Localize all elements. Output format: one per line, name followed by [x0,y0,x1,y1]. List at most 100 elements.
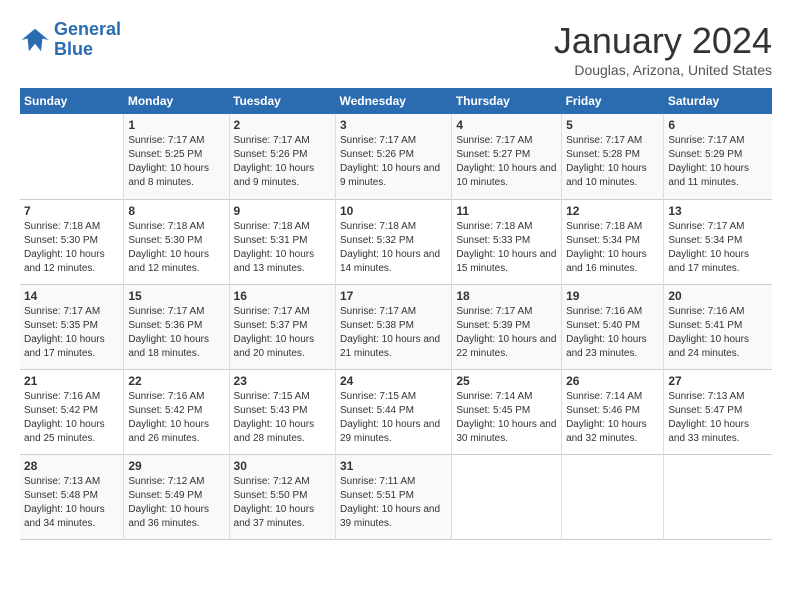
day-info: Sunrise: 7:16 AMSunset: 5:42 PMDaylight:… [128,390,224,446]
day-number: 17 [340,289,447,303]
col-friday: Friday [562,88,664,114]
day-cell: 22 Sunrise: 7:16 AMSunset: 5:42 PMDaylig… [124,369,229,454]
day-number: 8 [128,204,224,218]
day-info: Sunrise: 7:15 AMSunset: 5:44 PMDaylight:… [340,390,447,446]
col-saturday: Saturday [664,88,772,114]
day-info: Sunrise: 7:16 AMSunset: 5:41 PMDaylight:… [668,305,768,361]
day-number: 25 [456,374,557,388]
day-info: Sunrise: 7:12 AMSunset: 5:49 PMDaylight:… [128,475,224,531]
day-number: 3 [340,118,447,132]
day-cell: 5 Sunrise: 7:17 AMSunset: 5:28 PMDayligh… [562,114,664,199]
day-cell: 9 Sunrise: 7:18 AMSunset: 5:31 PMDayligh… [229,199,335,284]
week-row-3: 14 Sunrise: 7:17 AMSunset: 5:35 PMDaylig… [20,284,772,369]
day-cell: 26 Sunrise: 7:14 AMSunset: 5:46 PMDaylig… [562,369,664,454]
logo: General Blue [20,20,121,60]
day-number: 28 [24,459,119,473]
day-info: Sunrise: 7:17 AMSunset: 5:29 PMDaylight:… [668,134,768,190]
week-row-4: 21 Sunrise: 7:16 AMSunset: 5:42 PMDaylig… [20,369,772,454]
day-number: 1 [128,118,224,132]
day-cell: 16 Sunrise: 7:17 AMSunset: 5:37 PMDaylig… [229,284,335,369]
day-info: Sunrise: 7:18 AMSunset: 5:30 PMDaylight:… [128,220,224,276]
day-number: 27 [668,374,768,388]
logo-text: General Blue [54,20,121,60]
day-number: 24 [340,374,447,388]
day-info: Sunrise: 7:14 AMSunset: 5:45 PMDaylight:… [456,390,557,446]
week-row-5: 28 Sunrise: 7:13 AMSunset: 5:48 PMDaylig… [20,454,772,539]
col-wednesday: Wednesday [335,88,451,114]
day-cell: 4 Sunrise: 7:17 AMSunset: 5:27 PMDayligh… [452,114,562,199]
day-cell: 24 Sunrise: 7:15 AMSunset: 5:44 PMDaylig… [335,369,451,454]
day-number: 4 [456,118,557,132]
col-thursday: Thursday [452,88,562,114]
day-info: Sunrise: 7:15 AMSunset: 5:43 PMDaylight:… [234,390,331,446]
day-number: 29 [128,459,224,473]
day-number: 6 [668,118,768,132]
day-cell: 2 Sunrise: 7:17 AMSunset: 5:26 PMDayligh… [229,114,335,199]
week-row-2: 7 Sunrise: 7:18 AMSunset: 5:30 PMDayligh… [20,199,772,284]
day-cell: 7 Sunrise: 7:18 AMSunset: 5:30 PMDayligh… [20,199,124,284]
day-cell: 10 Sunrise: 7:18 AMSunset: 5:32 PMDaylig… [335,199,451,284]
col-tuesday: Tuesday [229,88,335,114]
day-number: 31 [340,459,447,473]
day-info: Sunrise: 7:18 AMSunset: 5:32 PMDaylight:… [340,220,447,276]
header-row: Sunday Monday Tuesday Wednesday Thursday… [20,88,772,114]
day-cell: 14 Sunrise: 7:17 AMSunset: 5:35 PMDaylig… [20,284,124,369]
day-cell: 21 Sunrise: 7:16 AMSunset: 5:42 PMDaylig… [20,369,124,454]
day-number: 11 [456,204,557,218]
day-number: 16 [234,289,331,303]
day-cell: 19 Sunrise: 7:16 AMSunset: 5:40 PMDaylig… [562,284,664,369]
day-cell: 17 Sunrise: 7:17 AMSunset: 5:38 PMDaylig… [335,284,451,369]
day-number: 13 [668,204,768,218]
day-cell: 6 Sunrise: 7:17 AMSunset: 5:29 PMDayligh… [664,114,772,199]
day-cell: 8 Sunrise: 7:18 AMSunset: 5:30 PMDayligh… [124,199,229,284]
day-cell: 3 Sunrise: 7:17 AMSunset: 5:26 PMDayligh… [335,114,451,199]
day-cell: 1 Sunrise: 7:17 AMSunset: 5:25 PMDayligh… [124,114,229,199]
col-monday: Monday [124,88,229,114]
day-cell: 30 Sunrise: 7:12 AMSunset: 5:50 PMDaylig… [229,454,335,539]
day-cell: 15 Sunrise: 7:17 AMSunset: 5:36 PMDaylig… [124,284,229,369]
day-cell: 31 Sunrise: 7:11 AMSunset: 5:51 PMDaylig… [335,454,451,539]
day-info: Sunrise: 7:13 AMSunset: 5:47 PMDaylight:… [668,390,768,446]
day-cell: 29 Sunrise: 7:12 AMSunset: 5:49 PMDaylig… [124,454,229,539]
calendar-table: Sunday Monday Tuesday Wednesday Thursday… [20,88,772,540]
day-info: Sunrise: 7:17 AMSunset: 5:38 PMDaylight:… [340,305,447,361]
day-info: Sunrise: 7:17 AMSunset: 5:28 PMDaylight:… [566,134,659,190]
day-info: Sunrise: 7:17 AMSunset: 5:26 PMDaylight:… [340,134,447,190]
month-title: January 2024 [554,20,772,62]
day-info: Sunrise: 7:18 AMSunset: 5:34 PMDaylight:… [566,220,659,276]
day-info: Sunrise: 7:14 AMSunset: 5:46 PMDaylight:… [566,390,659,446]
day-cell [452,454,562,539]
day-info: Sunrise: 7:17 AMSunset: 5:26 PMDaylight:… [234,134,331,190]
day-number: 19 [566,289,659,303]
page-header: General Blue January 2024 Douglas, Arizo… [20,20,772,78]
day-cell: 20 Sunrise: 7:16 AMSunset: 5:41 PMDaylig… [664,284,772,369]
day-info: Sunrise: 7:18 AMSunset: 5:31 PMDaylight:… [234,220,331,276]
day-info: Sunrise: 7:17 AMSunset: 5:34 PMDaylight:… [668,220,768,276]
day-cell: 27 Sunrise: 7:13 AMSunset: 5:47 PMDaylig… [664,369,772,454]
day-info: Sunrise: 7:17 AMSunset: 5:25 PMDaylight:… [128,134,224,190]
day-cell: 23 Sunrise: 7:15 AMSunset: 5:43 PMDaylig… [229,369,335,454]
col-sunday: Sunday [20,88,124,114]
day-info: Sunrise: 7:17 AMSunset: 5:39 PMDaylight:… [456,305,557,361]
day-info: Sunrise: 7:17 AMSunset: 5:37 PMDaylight:… [234,305,331,361]
day-cell: 13 Sunrise: 7:17 AMSunset: 5:34 PMDaylig… [664,199,772,284]
day-cell: 12 Sunrise: 7:18 AMSunset: 5:34 PMDaylig… [562,199,664,284]
day-info: Sunrise: 7:17 AMSunset: 5:36 PMDaylight:… [128,305,224,361]
day-cell: 11 Sunrise: 7:18 AMSunset: 5:33 PMDaylig… [452,199,562,284]
day-number: 20 [668,289,768,303]
day-info: Sunrise: 7:13 AMSunset: 5:48 PMDaylight:… [24,475,119,531]
day-number: 12 [566,204,659,218]
day-info: Sunrise: 7:16 AMSunset: 5:42 PMDaylight:… [24,390,119,446]
location-subtitle: Douglas, Arizona, United States [554,62,772,78]
day-cell [20,114,124,199]
day-cell: 28 Sunrise: 7:13 AMSunset: 5:48 PMDaylig… [20,454,124,539]
day-info: Sunrise: 7:12 AMSunset: 5:50 PMDaylight:… [234,475,331,531]
day-number: 5 [566,118,659,132]
day-number: 2 [234,118,331,132]
day-cell: 18 Sunrise: 7:17 AMSunset: 5:39 PMDaylig… [452,284,562,369]
day-number: 14 [24,289,119,303]
day-number: 22 [128,374,224,388]
day-number: 10 [340,204,447,218]
day-info: Sunrise: 7:18 AMSunset: 5:33 PMDaylight:… [456,220,557,276]
day-number: 7 [24,204,119,218]
